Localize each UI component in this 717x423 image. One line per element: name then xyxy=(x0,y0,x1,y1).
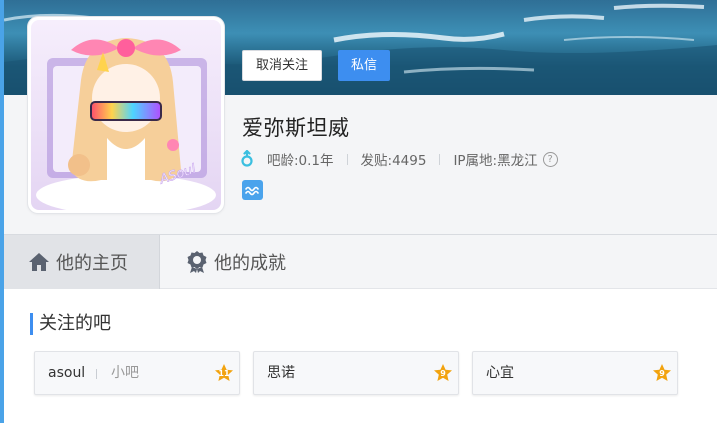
divider xyxy=(96,369,97,379)
forum-age: 吧龄:0.1年 xyxy=(267,153,334,169)
tab-achievements-label: 他的成就 xyxy=(214,253,286,274)
avatar[interactable]: ASoul xyxy=(28,17,224,213)
forum-card-sinuo[interactable]: 思诺 9 xyxy=(253,351,459,395)
male-gender-icon xyxy=(241,150,253,167)
forum-subtitle: 小吧 xyxy=(111,365,139,381)
forum-name: 心宜 xyxy=(486,365,514,381)
help-icon[interactable]: ? xyxy=(542,151,558,167)
forum-level: 9 xyxy=(440,369,446,378)
forum-name: 思诺 xyxy=(267,365,295,381)
profile-meta: 吧龄:0.1年 发贴:4495 IP属地:黑龙江 ? xyxy=(240,149,558,169)
forum-level: 11 xyxy=(218,369,230,378)
forum-card-asoul[interactable]: asoul 小吧 11 xyxy=(34,351,240,395)
forum-level: 9 xyxy=(659,369,665,378)
ip-location: IP属地:黑龙江 xyxy=(453,153,538,169)
tab-achievements[interactable]: 他的成就 xyxy=(186,235,286,289)
divider xyxy=(346,153,348,165)
profile-tabbar: 他的主页 他的成就 xyxy=(4,234,717,289)
tab-home-label: 他的主页 xyxy=(56,253,128,274)
message-button[interactable]: 私信 xyxy=(338,50,390,81)
tab-home[interactable]: 他的主页 xyxy=(4,235,160,289)
forum-name: asoul xyxy=(48,365,86,381)
forum-card-xinyi[interactable]: 心宜 9 xyxy=(472,351,678,395)
post-count: 发贴:4495 xyxy=(360,153,427,169)
member-badge-icon[interactable] xyxy=(242,180,263,200)
home-icon xyxy=(29,253,49,271)
divider xyxy=(439,153,441,165)
profile-page: ASoul 取消关注 私信 爱弥斯坦威 吧龄:0.1年 发贴:4495 IP属地… xyxy=(0,0,717,423)
achievement-icon xyxy=(187,251,207,273)
username: 爱弥斯坦威 xyxy=(242,116,350,140)
unfollow-button[interactable]: 取消关注 xyxy=(242,50,322,81)
followed-forums-title: 关注的吧 xyxy=(30,313,111,335)
